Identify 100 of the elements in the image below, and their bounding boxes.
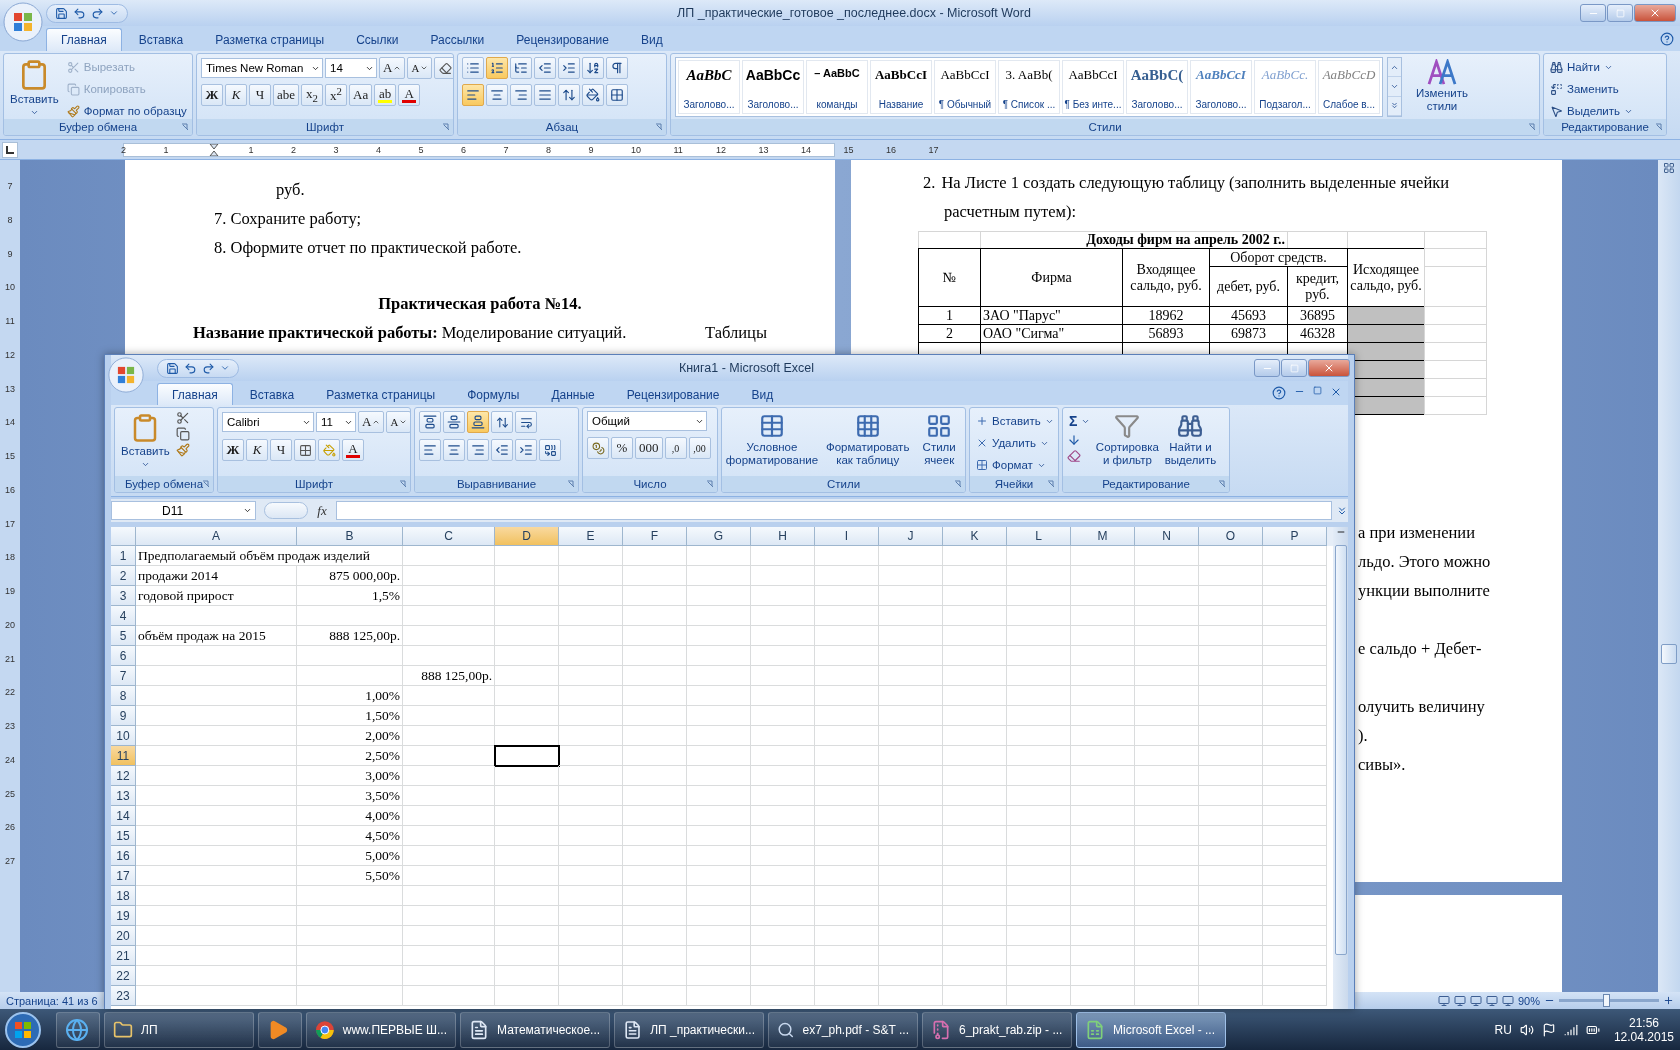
styles-button[interactable]: Условное форматирование bbox=[726, 411, 818, 470]
ribbon-tab[interactable]: Рецензирование bbox=[501, 28, 624, 51]
taskbar-button[interactable]: ЛП bbox=[104, 1011, 254, 1048]
style-item[interactable]: AaBbCcI ¶ Без инте... bbox=[1062, 60, 1124, 114]
column-header[interactable]: B bbox=[297, 527, 403, 546]
cells-button[interactable]: Формат bbox=[974, 455, 1056, 475]
format-button[interactable]: x$_{2}$ bbox=[301, 84, 324, 106]
cells-button[interactable]: Удалить bbox=[974, 433, 1056, 453]
style-item[interactable]: – AaBbC команды bbox=[806, 60, 868, 114]
style-item[interactable]: AaBbCc Заголово... bbox=[742, 60, 804, 114]
ribbon-tab[interactable]: Главная bbox=[46, 28, 122, 51]
taskbar-button[interactable]: www.ПЕРВЫЕ Ш... bbox=[306, 1011, 456, 1048]
language-indicator[interactable]: RU bbox=[1494, 1022, 1512, 1037]
row-header[interactable]: 14 bbox=[111, 806, 136, 826]
spreadsheet-cell[interactable]: 1,5% bbox=[297, 586, 403, 606]
change-styles-button[interactable]: Изменить стили bbox=[1406, 57, 1478, 116]
font-size-field[interactable]: 11 bbox=[316, 412, 356, 432]
spreadsheet-cell[interactable]: 4,50% bbox=[297, 826, 403, 846]
spreadsheet-cell[interactable]: 2,50% bbox=[297, 746, 403, 766]
taskbar-button[interactable]: 6_prakt_rab.zip - ... bbox=[922, 1011, 1072, 1048]
row-header[interactable]: 13 bbox=[111, 786, 136, 806]
format-button[interactable]: Ж bbox=[201, 84, 223, 106]
column-header[interactable]: A bbox=[136, 527, 297, 546]
increase-decimal-button[interactable]: ,0 bbox=[664, 437, 687, 459]
paste-button[interactable]: Вставить bbox=[119, 411, 172, 472]
ribbon-tab[interactable]: Вставка bbox=[123, 28, 199, 51]
format-button[interactable]: Ч bbox=[249, 84, 271, 106]
style-item[interactable]: 3. AaBb( ¶ Список ... bbox=[998, 60, 1060, 114]
ribbon-tab[interactable]: Главная bbox=[157, 383, 233, 405]
column-header[interactable]: P bbox=[1263, 527, 1327, 546]
column-header[interactable]: N bbox=[1135, 527, 1199, 546]
thousands-button[interactable]: 000 bbox=[635, 437, 663, 459]
row-header[interactable]: 23 bbox=[111, 986, 136, 1006]
painter-button[interactable]: Формат по образцу bbox=[64, 101, 189, 121]
name-box[interactable]: D11 bbox=[111, 501, 256, 520]
row-header[interactable]: 12 bbox=[111, 766, 136, 786]
column-header[interactable]: M bbox=[1071, 527, 1135, 546]
find-select-button[interactable]: Найти и выделить bbox=[1162, 411, 1219, 470]
column-header[interactable]: L bbox=[1007, 527, 1071, 546]
format-button[interactable]: Ж bbox=[222, 439, 244, 461]
ribbon-tab[interactable]: Формулы bbox=[452, 383, 535, 405]
ribbon-tab[interactable]: Вставка bbox=[234, 383, 310, 405]
taskbar-button[interactable]: Математическое... bbox=[460, 1011, 610, 1048]
decrease-decimal-button[interactable]: ,00 bbox=[688, 437, 711, 459]
spreadsheet-cell[interactable]: 875 000,00р. bbox=[297, 566, 403, 586]
row-header[interactable]: 16 bbox=[111, 846, 136, 866]
row-header[interactable]: 22 bbox=[111, 966, 136, 986]
spreadsheet-cell[interactable]: 888 125,00р. bbox=[297, 626, 403, 646]
format-button[interactable]: abe bbox=[273, 84, 300, 106]
style-item[interactable]: AaBbCcD Слабое в... bbox=[1318, 60, 1380, 114]
spreadsheet-cell[interactable]: 1,50% bbox=[297, 706, 403, 726]
row-header[interactable]: 3 bbox=[111, 586, 136, 606]
font-name-field[interactable]: Calibri bbox=[222, 412, 314, 432]
ribbon-tab[interactable]: Разметка страницы bbox=[200, 28, 340, 51]
percent-button[interactable]: % bbox=[611, 437, 633, 459]
cells-button[interactable]: Вставить bbox=[974, 411, 1056, 431]
row-header[interactable]: 10 bbox=[111, 726, 136, 746]
row-header[interactable]: 11 bbox=[111, 746, 136, 766]
row-header[interactable]: 21 bbox=[111, 946, 136, 966]
row-header[interactable]: 20 bbox=[111, 926, 136, 946]
row-header[interactable]: 18 bbox=[111, 886, 136, 906]
ribbon-tab[interactable]: Рассылки bbox=[415, 28, 500, 51]
replace-button[interactable]: Заменить bbox=[1548, 79, 1636, 99]
spreadsheet-cell[interactable]: 5,00% bbox=[297, 846, 403, 866]
ribbon-tab[interactable]: Разметка страницы bbox=[311, 383, 451, 405]
spreadsheet-cell[interactable]: 2,00% bbox=[297, 726, 403, 746]
highlight-button[interactable]: ab bbox=[374, 84, 397, 106]
style-item[interactable]: AaBbCcI Название bbox=[870, 60, 932, 114]
ribbon-tab[interactable]: Данные bbox=[536, 383, 610, 405]
styles-button[interactable]: Стили ячеек bbox=[917, 411, 961, 470]
row-header[interactable]: 1 bbox=[111, 546, 136, 566]
ribbon-tab[interactable]: Вид bbox=[625, 28, 678, 51]
column-header[interactable]: J bbox=[879, 527, 943, 546]
style-item[interactable]: AaBbC Заголово... bbox=[678, 60, 740, 114]
grow-font-button[interactable]: A bbox=[358, 411, 385, 433]
column-header[interactable]: K bbox=[943, 527, 1007, 546]
taskbar-button[interactable]: ex7_ph.pdf - S&T ... bbox=[768, 1011, 918, 1048]
row-header[interactable]: 17 bbox=[111, 866, 136, 886]
spreadsheet-cell[interactable]: Предполагаемый объём продаж изделий bbox=[136, 546, 403, 566]
row-header[interactable]: 4 bbox=[111, 606, 136, 626]
spreadsheet-cell[interactable]: годовой прирост bbox=[136, 586, 297, 606]
row-header[interactable]: 2 bbox=[111, 566, 136, 586]
sort-filter-button[interactable]: Сортировка и фильтр bbox=[1096, 411, 1159, 470]
format-button[interactable]: К bbox=[225, 84, 247, 106]
spreadsheet-cell[interactable]: 4,00% bbox=[297, 806, 403, 826]
spreadsheet-cell[interactable]: 888 125,00р. bbox=[403, 666, 495, 686]
column-header[interactable]: D bbox=[495, 527, 559, 546]
style-item[interactable]: AaBbC( Заголово... bbox=[1126, 60, 1188, 114]
shrink-font-button[interactable]: A bbox=[407, 57, 433, 79]
paste-button[interactable]: Вставить bbox=[8, 57, 61, 120]
font-color-button[interactable]: A bbox=[342, 439, 364, 461]
column-header[interactable]: O bbox=[1199, 527, 1263, 546]
spreadsheet-cell[interactable]: 3,00% bbox=[297, 766, 403, 786]
style-item[interactable]: AaBbCcI ¶ Обычный bbox=[934, 60, 996, 114]
styles-button[interactable]: Форматировать как таблицу bbox=[822, 411, 914, 470]
select-button[interactable]: Выделить bbox=[1548, 101, 1636, 121]
row-header[interactable]: 8 bbox=[111, 686, 136, 706]
row-header[interactable]: 15 bbox=[111, 826, 136, 846]
row-header[interactable]: 9 bbox=[111, 706, 136, 726]
style-item[interactable]: AaBbCcI Заголово... bbox=[1190, 60, 1252, 114]
